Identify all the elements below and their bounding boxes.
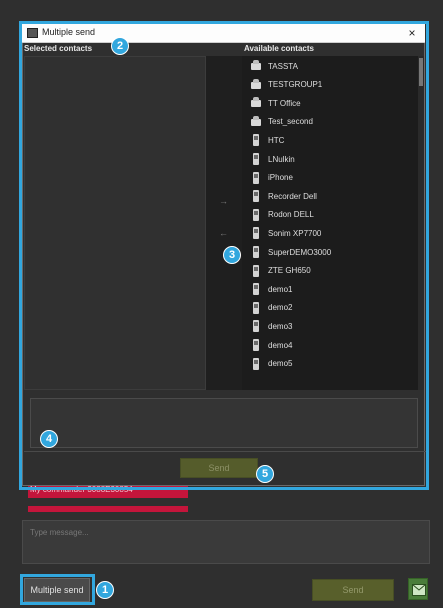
- callout-badge-4: 4: [40, 430, 58, 448]
- callout-outline-1: [20, 574, 95, 605]
- mail-icon: [412, 584, 426, 596]
- callout-badge-2: 2: [111, 37, 129, 55]
- mail-button[interactable]: [408, 578, 428, 600]
- callout-badge-1: 1: [96, 581, 114, 599]
- callout-badge-5: 5: [256, 465, 274, 483]
- message-input-placeholder: Type message...: [30, 528, 89, 537]
- message-input[interactable]: [22, 520, 430, 564]
- callout-badge-3: 3: [223, 246, 241, 264]
- message-highlight-bar: [28, 506, 188, 512]
- main-send-button[interactable]: Send: [312, 579, 394, 601]
